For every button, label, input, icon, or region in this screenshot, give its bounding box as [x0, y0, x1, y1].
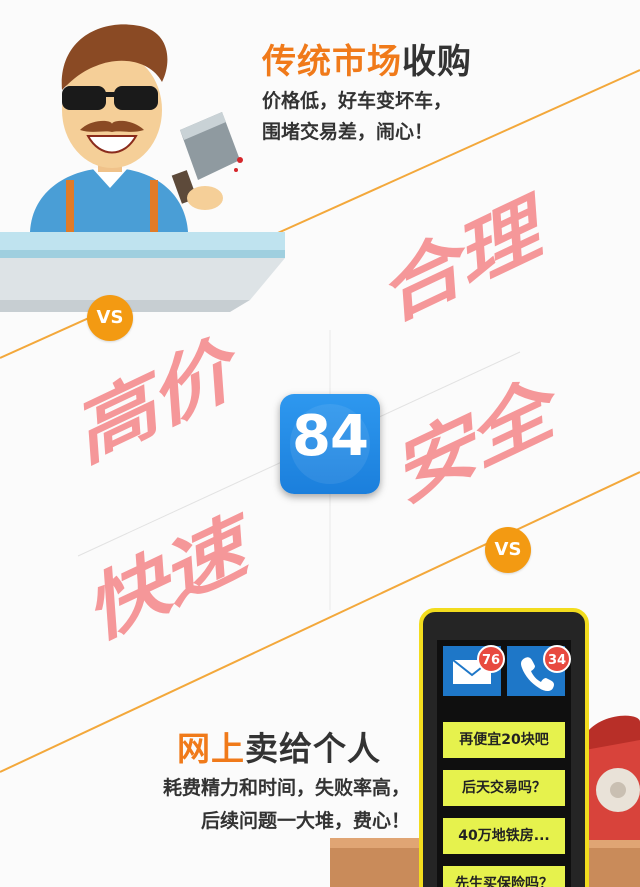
top-line-2: 围堵交易差，闹心！ — [262, 121, 434, 143]
vs-badge-bottom: VS — [485, 527, 531, 573]
bottom-title: 网上卖给个人 — [177, 722, 381, 770]
telephone-illustration — [585, 715, 640, 840]
top-title: 传统市场收购 — [262, 34, 472, 83]
message-3: 40万地铁房... — [443, 818, 565, 854]
bottom-line-2: 后续问题一大堆，费心！ — [200, 810, 410, 832]
bottom-title-rest: 卖给个人 — [245, 729, 381, 768]
phone-screen: 再便宜20块吧 后天交易吗？ 40万地铁房... 先生买保险吗？ — [437, 640, 571, 887]
man-illustration — [30, 24, 243, 232]
message-1: 再便宜20块吧 — [443, 722, 565, 758]
app-icon[interactable]: 84 — [280, 394, 380, 494]
counter-shape — [0, 232, 285, 250]
app-icon-number: 84 — [292, 404, 369, 469]
bottom-subtitle: 耗费精力和时间，失败率高， 后续问题一大堆，费心！ — [110, 772, 410, 838]
message-4: 先生买保险吗？ — [443, 866, 565, 887]
top-title-rest: 收购 — [402, 42, 472, 82]
top-title-highlight: 传统市场 — [262, 42, 402, 82]
vs-badge-top: VS — [87, 295, 133, 341]
mail-badge: 76 — [477, 645, 505, 673]
message-2: 后天交易吗？ — [443, 770, 565, 806]
bottom-line-1: 耗费精力和时间，失败率高， — [162, 777, 410, 799]
top-subtitle: 价格低，好车变坏车， 围堵交易差，闹心！ — [262, 86, 452, 148]
top-line-1: 价格低，好车变坏车， — [262, 90, 453, 112]
bottom-title-highlight: 网上 — [177, 729, 245, 768]
page: 传统市场收购 价格低，好车变坏车， 围堵交易差，闹心！ VS VS 高价 快速 … — [0, 0, 640, 887]
call-badge: 34 — [543, 645, 571, 673]
